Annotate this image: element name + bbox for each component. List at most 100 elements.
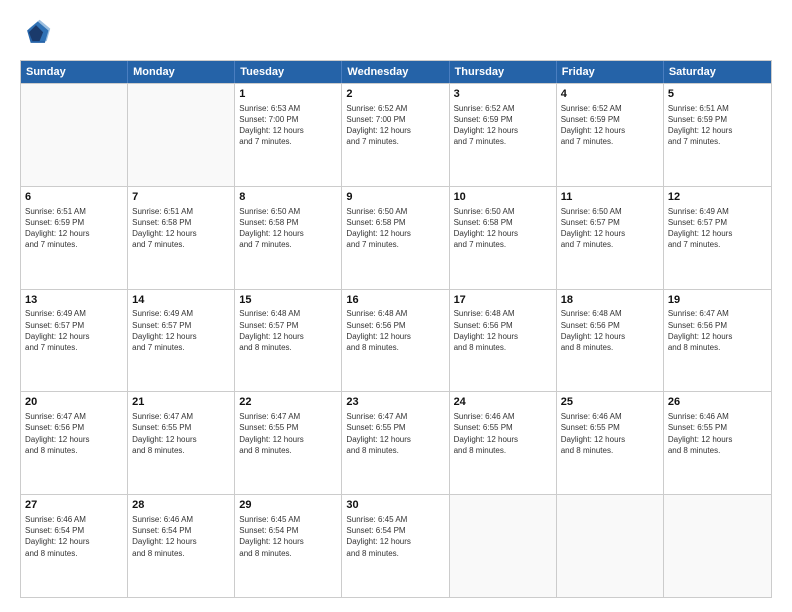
cal-header-cell: Sunday bbox=[21, 61, 128, 83]
cell-info: Sunrise: 6:51 AM Sunset: 6:58 PM Dayligh… bbox=[132, 206, 230, 251]
day-15: 15Sunrise: 6:48 AM Sunset: 6:57 PM Dayli… bbox=[235, 290, 342, 392]
day-26: 26Sunrise: 6:46 AM Sunset: 6:55 PM Dayli… bbox=[664, 392, 771, 494]
cell-info: Sunrise: 6:46 AM Sunset: 6:55 PM Dayligh… bbox=[454, 411, 552, 456]
week-row-3: 20Sunrise: 6:47 AM Sunset: 6:56 PM Dayli… bbox=[21, 391, 771, 494]
day-2: 2Sunrise: 6:52 AM Sunset: 7:00 PM Daylig… bbox=[342, 84, 449, 186]
calendar: SundayMondayTuesdayWednesdayThursdayFrid… bbox=[20, 60, 772, 598]
calendar-header: SundayMondayTuesdayWednesdayThursdayFrid… bbox=[21, 61, 771, 83]
empty-cell bbox=[128, 84, 235, 186]
day-10: 10Sunrise: 6:50 AM Sunset: 6:58 PM Dayli… bbox=[450, 187, 557, 289]
cell-date: 15 bbox=[239, 293, 337, 308]
cell-date: 5 bbox=[668, 87, 767, 102]
cell-info: Sunrise: 6:50 AM Sunset: 6:58 PM Dayligh… bbox=[454, 206, 552, 251]
day-28: 28Sunrise: 6:46 AM Sunset: 6:54 PM Dayli… bbox=[128, 495, 235, 597]
cell-date: 19 bbox=[668, 293, 767, 308]
page: SundayMondayTuesdayWednesdayThursdayFrid… bbox=[0, 0, 792, 612]
cell-info: Sunrise: 6:48 AM Sunset: 6:56 PM Dayligh… bbox=[561, 308, 659, 353]
day-12: 12Sunrise: 6:49 AM Sunset: 6:57 PM Dayli… bbox=[664, 187, 771, 289]
cell-date: 11 bbox=[561, 190, 659, 205]
cell-info: Sunrise: 6:53 AM Sunset: 7:00 PM Dayligh… bbox=[239, 103, 337, 148]
cell-info: Sunrise: 6:49 AM Sunset: 6:57 PM Dayligh… bbox=[25, 308, 123, 353]
day-25: 25Sunrise: 6:46 AM Sunset: 6:55 PM Dayli… bbox=[557, 392, 664, 494]
cell-date: 2 bbox=[346, 87, 444, 102]
day-13: 13Sunrise: 6:49 AM Sunset: 6:57 PM Dayli… bbox=[21, 290, 128, 392]
cell-info: Sunrise: 6:45 AM Sunset: 6:54 PM Dayligh… bbox=[346, 514, 444, 559]
day-17: 17Sunrise: 6:48 AM Sunset: 6:56 PM Dayli… bbox=[450, 290, 557, 392]
day-7: 7Sunrise: 6:51 AM Sunset: 6:58 PM Daylig… bbox=[128, 187, 235, 289]
day-18: 18Sunrise: 6:48 AM Sunset: 6:56 PM Dayli… bbox=[557, 290, 664, 392]
cell-date: 30 bbox=[346, 498, 444, 513]
day-22: 22Sunrise: 6:47 AM Sunset: 6:55 PM Dayli… bbox=[235, 392, 342, 494]
cal-header-cell: Monday bbox=[128, 61, 235, 83]
cell-date: 18 bbox=[561, 293, 659, 308]
cell-info: Sunrise: 6:45 AM Sunset: 6:54 PM Dayligh… bbox=[239, 514, 337, 559]
cell-date: 28 bbox=[132, 498, 230, 513]
cell-date: 12 bbox=[668, 190, 767, 205]
cell-info: Sunrise: 6:48 AM Sunset: 6:56 PM Dayligh… bbox=[346, 308, 444, 353]
week-row-0: 1Sunrise: 6:53 AM Sunset: 7:00 PM Daylig… bbox=[21, 83, 771, 186]
cell-info: Sunrise: 6:49 AM Sunset: 6:57 PM Dayligh… bbox=[668, 206, 767, 251]
day-1: 1Sunrise: 6:53 AM Sunset: 7:00 PM Daylig… bbox=[235, 84, 342, 186]
day-29: 29Sunrise: 6:45 AM Sunset: 6:54 PM Dayli… bbox=[235, 495, 342, 597]
cal-header-cell: Saturday bbox=[664, 61, 771, 83]
cell-date: 26 bbox=[668, 395, 767, 410]
day-3: 3Sunrise: 6:52 AM Sunset: 6:59 PM Daylig… bbox=[450, 84, 557, 186]
cell-info: Sunrise: 6:49 AM Sunset: 6:57 PM Dayligh… bbox=[132, 308, 230, 353]
cell-date: 24 bbox=[454, 395, 552, 410]
cell-info: Sunrise: 6:52 AM Sunset: 7:00 PM Dayligh… bbox=[346, 103, 444, 148]
cal-header-cell: Wednesday bbox=[342, 61, 449, 83]
cell-date: 20 bbox=[25, 395, 123, 410]
cell-date: 21 bbox=[132, 395, 230, 410]
cal-header-cell: Thursday bbox=[450, 61, 557, 83]
calendar-body: 1Sunrise: 6:53 AM Sunset: 7:00 PM Daylig… bbox=[21, 83, 771, 597]
cell-date: 17 bbox=[454, 293, 552, 308]
cell-info: Sunrise: 6:46 AM Sunset: 6:55 PM Dayligh… bbox=[668, 411, 767, 456]
week-row-1: 6Sunrise: 6:51 AM Sunset: 6:59 PM Daylig… bbox=[21, 186, 771, 289]
cell-date: 27 bbox=[25, 498, 123, 513]
empty-cell bbox=[557, 495, 664, 597]
cell-info: Sunrise: 6:47 AM Sunset: 6:56 PM Dayligh… bbox=[668, 308, 767, 353]
cell-date: 1 bbox=[239, 87, 337, 102]
logo bbox=[20, 18, 56, 50]
cal-header-cell: Tuesday bbox=[235, 61, 342, 83]
day-27: 27Sunrise: 6:46 AM Sunset: 6:54 PM Dayli… bbox=[21, 495, 128, 597]
cell-date: 7 bbox=[132, 190, 230, 205]
cal-header-cell: Friday bbox=[557, 61, 664, 83]
day-23: 23Sunrise: 6:47 AM Sunset: 6:55 PM Dayli… bbox=[342, 392, 449, 494]
cell-info: Sunrise: 6:51 AM Sunset: 6:59 PM Dayligh… bbox=[25, 206, 123, 251]
day-21: 21Sunrise: 6:47 AM Sunset: 6:55 PM Dayli… bbox=[128, 392, 235, 494]
cell-info: Sunrise: 6:46 AM Sunset: 6:54 PM Dayligh… bbox=[132, 514, 230, 559]
logo-icon bbox=[20, 18, 52, 50]
day-4: 4Sunrise: 6:52 AM Sunset: 6:59 PM Daylig… bbox=[557, 84, 664, 186]
cell-info: Sunrise: 6:52 AM Sunset: 6:59 PM Dayligh… bbox=[561, 103, 659, 148]
day-30: 30Sunrise: 6:45 AM Sunset: 6:54 PM Dayli… bbox=[342, 495, 449, 597]
day-5: 5Sunrise: 6:51 AM Sunset: 6:59 PM Daylig… bbox=[664, 84, 771, 186]
cell-info: Sunrise: 6:47 AM Sunset: 6:55 PM Dayligh… bbox=[346, 411, 444, 456]
cell-date: 29 bbox=[239, 498, 337, 513]
empty-cell bbox=[450, 495, 557, 597]
day-6: 6Sunrise: 6:51 AM Sunset: 6:59 PM Daylig… bbox=[21, 187, 128, 289]
cell-date: 23 bbox=[346, 395, 444, 410]
cell-info: Sunrise: 6:46 AM Sunset: 6:54 PM Dayligh… bbox=[25, 514, 123, 559]
cell-info: Sunrise: 6:50 AM Sunset: 6:58 PM Dayligh… bbox=[239, 206, 337, 251]
cell-info: Sunrise: 6:46 AM Sunset: 6:55 PM Dayligh… bbox=[561, 411, 659, 456]
cell-date: 3 bbox=[454, 87, 552, 102]
day-8: 8Sunrise: 6:50 AM Sunset: 6:58 PM Daylig… bbox=[235, 187, 342, 289]
cell-info: Sunrise: 6:47 AM Sunset: 6:55 PM Dayligh… bbox=[239, 411, 337, 456]
empty-cell bbox=[664, 495, 771, 597]
cell-date: 16 bbox=[346, 293, 444, 308]
day-19: 19Sunrise: 6:47 AM Sunset: 6:56 PM Dayli… bbox=[664, 290, 771, 392]
cell-date: 22 bbox=[239, 395, 337, 410]
empty-cell bbox=[21, 84, 128, 186]
cell-date: 13 bbox=[25, 293, 123, 308]
day-20: 20Sunrise: 6:47 AM Sunset: 6:56 PM Dayli… bbox=[21, 392, 128, 494]
cell-date: 4 bbox=[561, 87, 659, 102]
cell-date: 10 bbox=[454, 190, 552, 205]
day-9: 9Sunrise: 6:50 AM Sunset: 6:58 PM Daylig… bbox=[342, 187, 449, 289]
cell-date: 8 bbox=[239, 190, 337, 205]
day-16: 16Sunrise: 6:48 AM Sunset: 6:56 PM Dayli… bbox=[342, 290, 449, 392]
cell-info: Sunrise: 6:47 AM Sunset: 6:56 PM Dayligh… bbox=[25, 411, 123, 456]
cell-date: 6 bbox=[25, 190, 123, 205]
cell-date: 9 bbox=[346, 190, 444, 205]
cell-info: Sunrise: 6:47 AM Sunset: 6:55 PM Dayligh… bbox=[132, 411, 230, 456]
